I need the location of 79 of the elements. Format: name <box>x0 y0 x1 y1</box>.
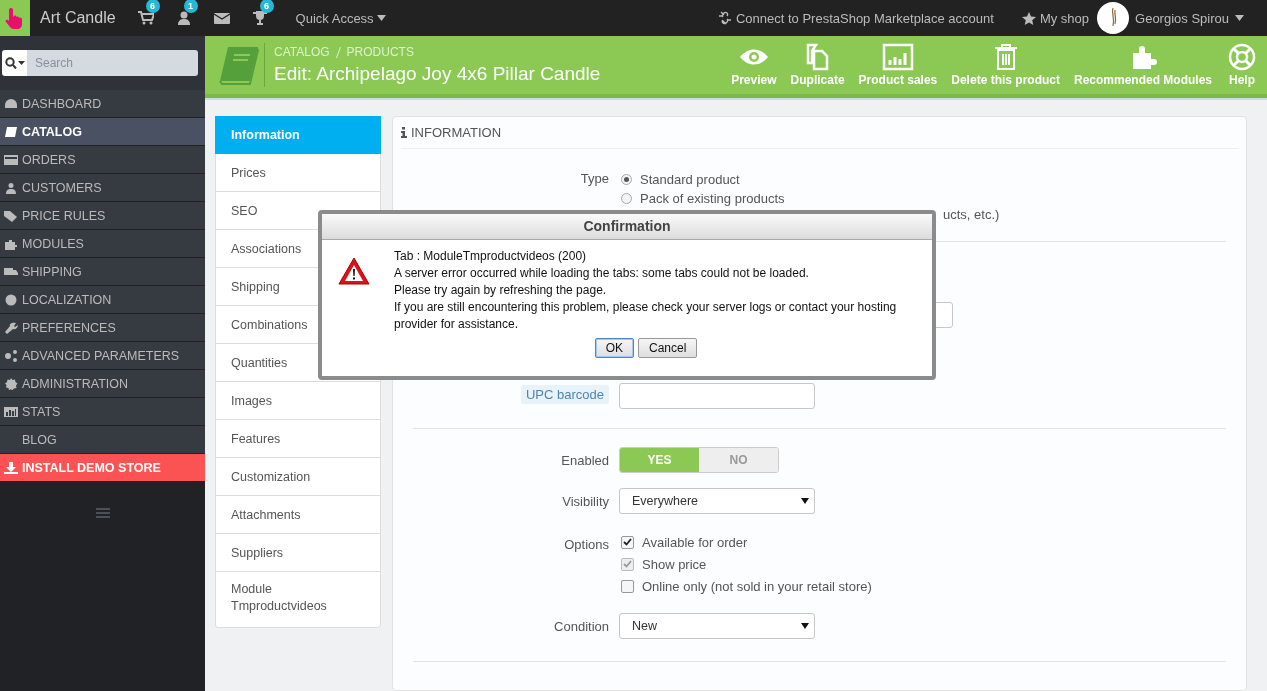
my-shop-link[interactable]: My shop <box>1039 10 1090 26</box>
tab[interactable]: Module Tmproductvideos <box>216 572 336 627</box>
field-label: Enabled <box>560 452 610 468</box>
checkbox-label: Available for order <box>642 534 748 550</box>
download-icon <box>4 461 18 474</box>
checkbox[interactable] <box>621 535 634 549</box>
bar-chart-icon <box>881 43 914 71</box>
sidebar-item[interactable]: ADVANCED PARAMETERS <box>0 342 205 370</box>
tab[interactable]: Features <box>216 420 380 458</box>
search-icon <box>4 57 25 69</box>
cart-icon[interactable] <box>137 11 154 25</box>
caret-icon <box>1235 15 1244 21</box>
radio-label: Standard product <box>640 171 740 187</box>
shop-name[interactable]: Art Candle <box>40 9 116 27</box>
field-label: Condition <box>553 618 610 634</box>
field-label: Visibility <box>561 493 610 509</box>
checkbox[interactable] <box>621 579 634 593</box>
sidebar-item[interactable]: INSTALL DEMO STORE <box>0 454 205 482</box>
tag-icon <box>4 209 18 222</box>
users-icon <box>4 181 18 194</box>
sidebar-item[interactable]: STATS <box>0 398 205 426</box>
radio-label: Pack of existing products <box>640 190 785 206</box>
caret-icon <box>801 498 809 504</box>
card-icon <box>4 153 18 166</box>
avatar-icon[interactable] <box>1097 2 1130 34</box>
panel-heading: INFORMATION <box>411 125 502 140</box>
sidebar-item[interactable]: CUSTOMERS <box>0 174 205 202</box>
sidebar-item[interactable]: ADMINISTRATION <box>0 370 205 398</box>
wrench-icon <box>4 321 18 334</box>
tab[interactable]: Prices <box>216 154 380 192</box>
dialog-button[interactable]: OK <box>594 338 634 358</box>
checkbox-label: Online only (not sold in your retail store) <box>642 578 872 594</box>
error-message: Tab : ModuleTmproductvideos (200) A server error occurred while loading the tabs: some tabs could not be loaded. Please try again by refreshing the page. If you are still encountering this problem, please check your server logs or contact your hosting provider for assistance. <box>394 248 898 333</box>
field-label: Type <box>579 171 610 187</box>
tab[interactable]: Customization <box>216 458 380 496</box>
gear-icon <box>4 377 18 390</box>
radio-button[interactable] <box>621 173 632 185</box>
envelope-icon[interactable] <box>213 11 230 25</box>
sidebar-item[interactable]: BLOG <box>0 426 205 454</box>
warning-icon <box>338 257 370 285</box>
dialog-title: Confirmation <box>322 214 932 240</box>
select-dropdown[interactable]: New <box>619 613 815 639</box>
dialog-button[interactable]: Cancel <box>638 338 698 358</box>
sidebar-item[interactable]: ORDERS <box>0 146 205 174</box>
checkbox-label: Show price <box>642 556 707 572</box>
tab[interactable]: Attachments <box>216 496 380 534</box>
sidebar-item[interactable]: SHIPPING <box>0 258 205 286</box>
page-title: Edit: Archipelago Joy 4x6 Pillar Candle <box>274 63 601 85</box>
caret-icon <box>801 623 809 629</box>
star-icon <box>1021 11 1036 25</box>
sidebar-item[interactable]: MODULES <box>0 230 205 258</box>
truck-icon <box>4 265 18 278</box>
radio-button[interactable] <box>621 192 632 204</box>
select-dropdown[interactable]: Everywhere <box>619 488 815 514</box>
input-field[interactable] <box>619 383 815 409</box>
field-label: UPC barcode <box>520 385 609 404</box>
tab[interactable]: Suppliers <box>216 534 380 572</box>
quick-access-menu[interactable]: Quick Access <box>295 10 386 26</box>
info-icon <box>401 127 407 138</box>
sidebar-item[interactable]: PRICE RULES <box>0 202 205 230</box>
bar-chart-icon <box>4 405 18 418</box>
field-label: Options <box>563 536 610 552</box>
puzzle-icon <box>4 237 18 250</box>
link-icon <box>717 11 732 25</box>
count-badge: 1 <box>183 0 198 13</box>
user-icon[interactable] <box>175 11 192 25</box>
trophy-icon[interactable] <box>251 11 268 25</box>
caret-icon <box>376 15 386 21</box>
sidebar-item[interactable]: DASHBOARD <box>0 90 205 118</box>
radio-label: ucts, etc.) <box>943 207 1000 222</box>
tab[interactable]: Images <box>216 382 380 420</box>
user-menu[interactable]: Georgios Spirou <box>1135 10 1244 26</box>
sidebar-item[interactable]: LOCALIZATION <box>0 286 205 314</box>
sidebar-item[interactable]: CATALOG <box>0 118 205 146</box>
sidebar-item[interactable]: PREFERENCES <box>0 314 205 342</box>
count-badge: 6 <box>259 0 274 13</box>
lifebuoy-icon <box>1226 43 1258 71</box>
marketplace-link[interactable]: Connect to PrestaShop Marketplace account <box>735 10 994 26</box>
count-badge: 6 <box>145 0 160 13</box>
